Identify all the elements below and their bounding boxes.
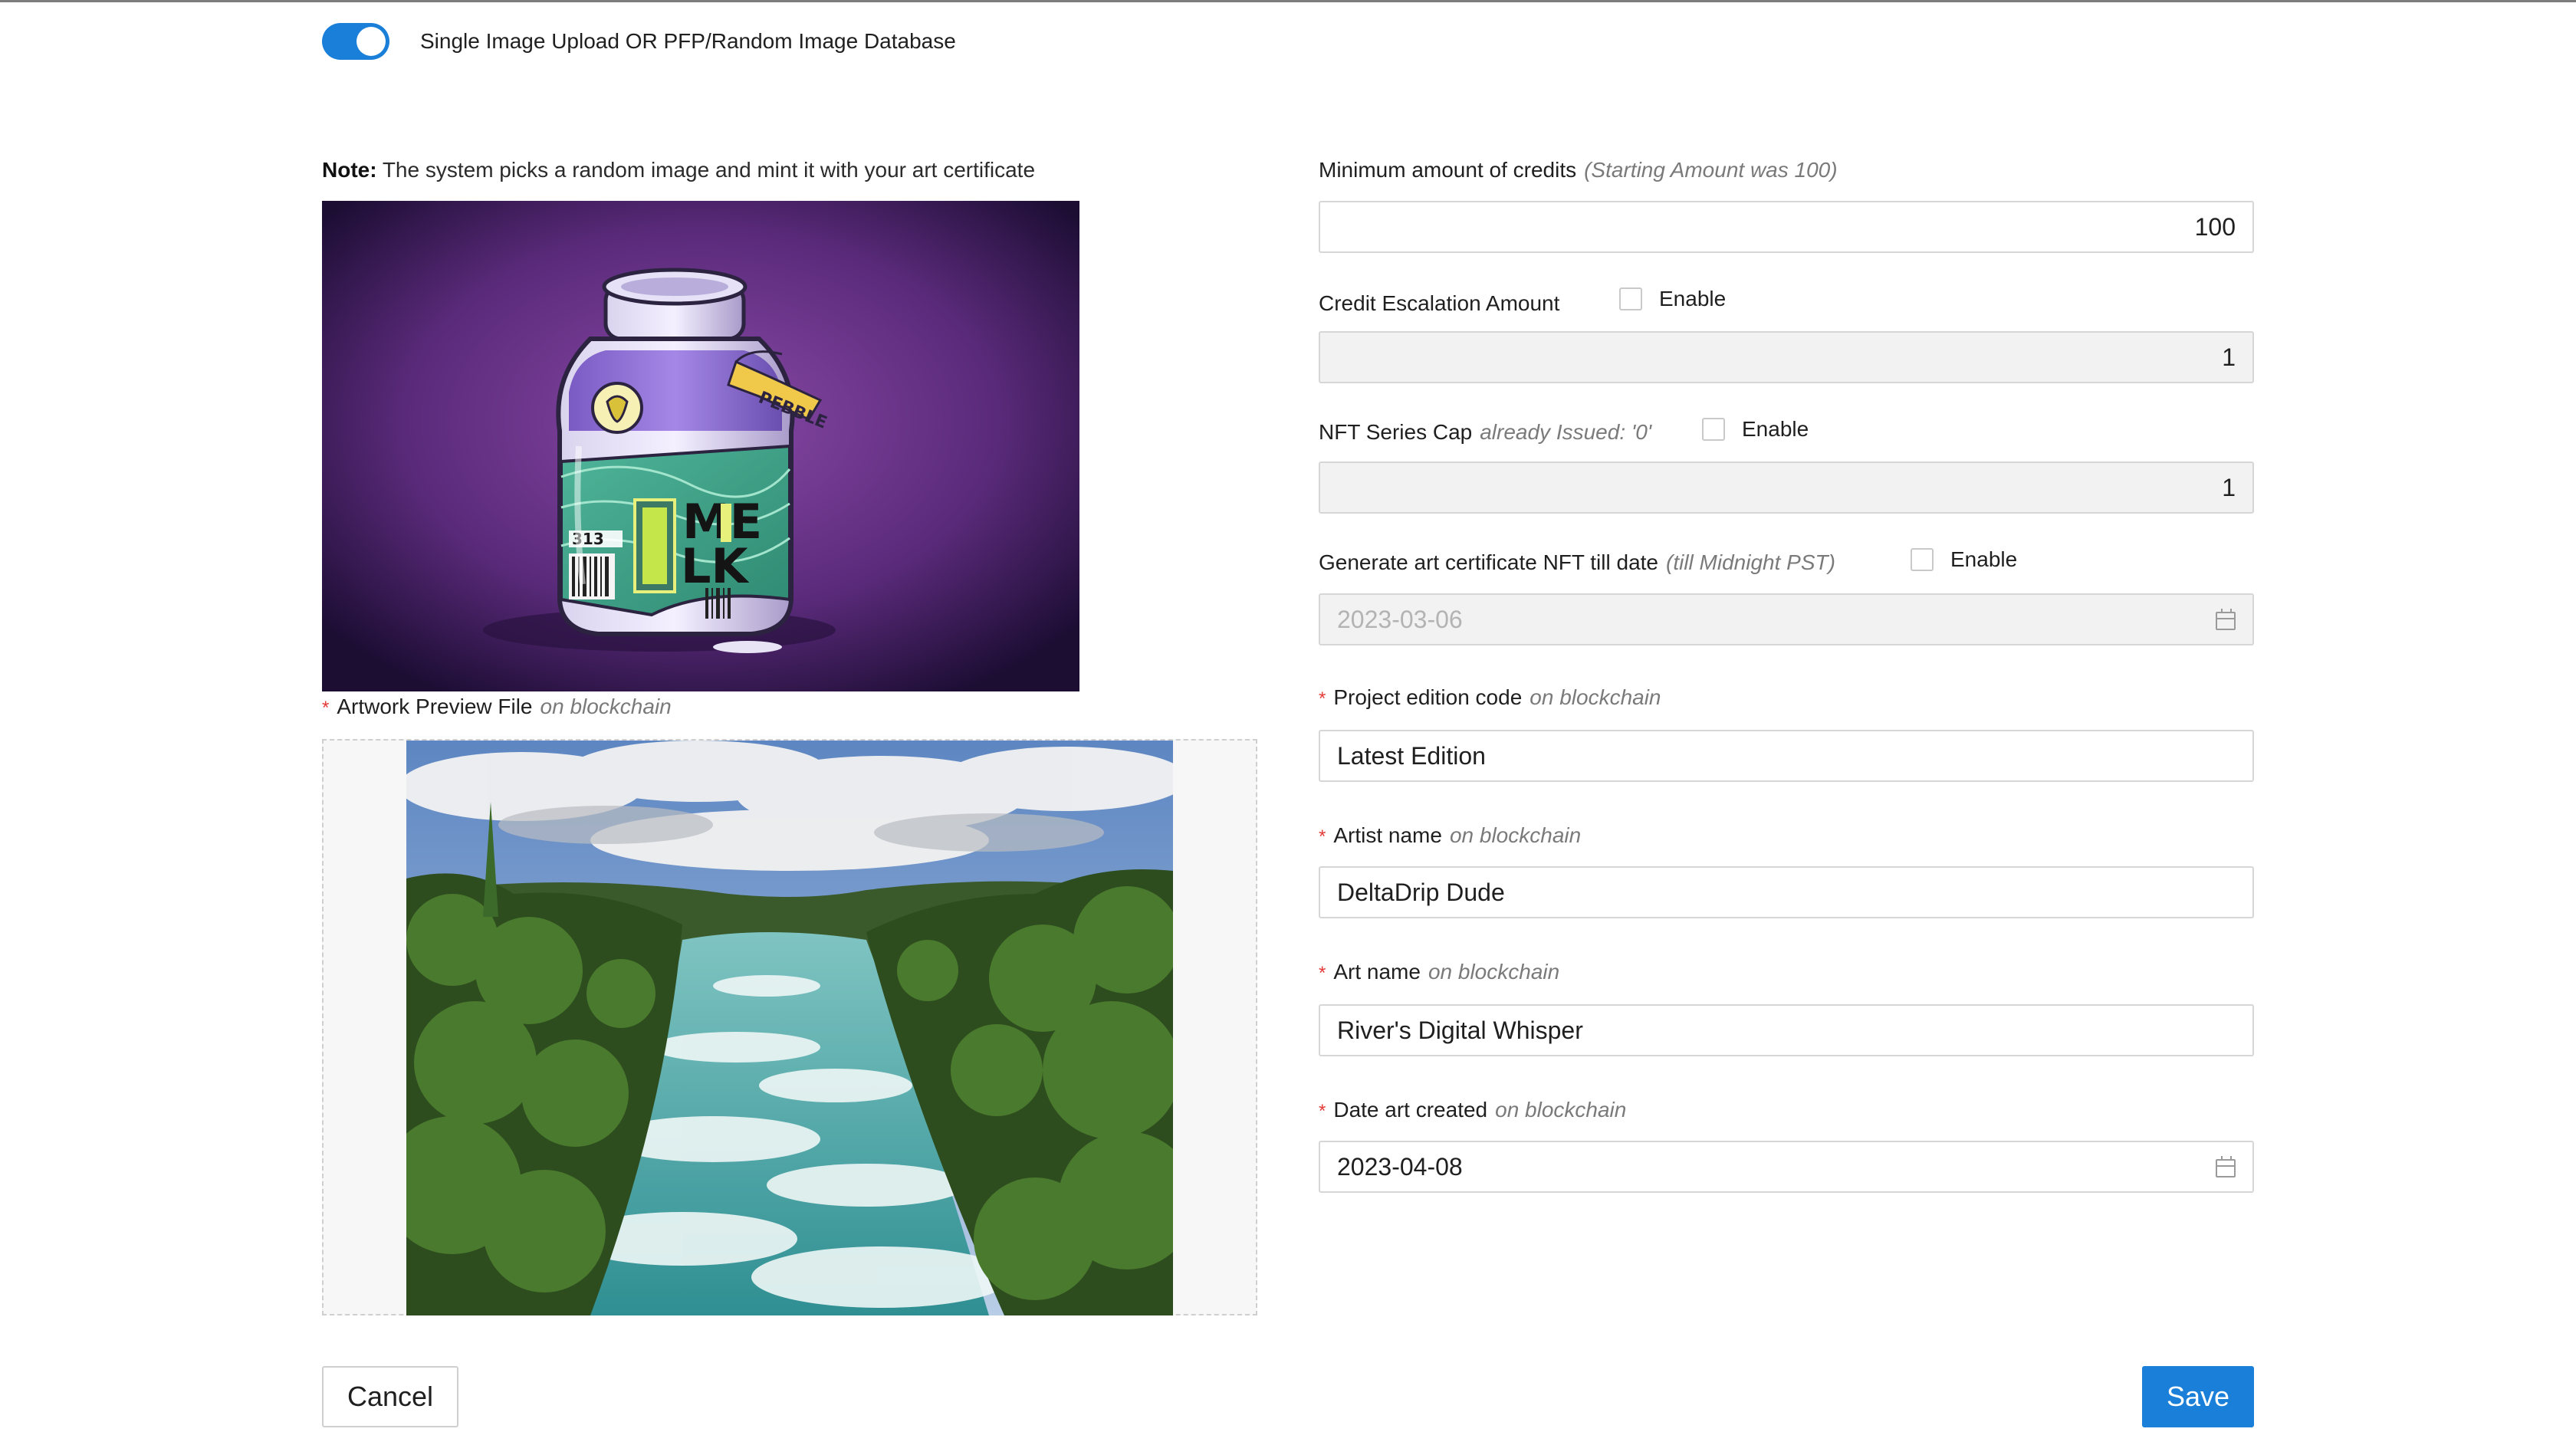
artist-name-hint: on blockchain — [1449, 823, 1582, 847]
till-date-checkbox[interactable] — [1911, 548, 1934, 571]
till-date-enable[interactable]: Enable — [1911, 547, 2017, 572]
art-name-label-text: Art name — [1333, 960, 1421, 984]
series-cap-checkbox[interactable] — [1702, 418, 1725, 441]
note-prefix: Note: — [322, 158, 377, 182]
series-cap-enable[interactable]: Enable — [1702, 417, 1809, 442]
till-date-label: Generate art certificate NFT till date (t… — [1319, 550, 1835, 575]
upload-mode-label: Single Image Upload OR PFP/Random Image … — [420, 29, 956, 53]
min-credits-label-text: Minimum amount of credits — [1319, 158, 1577, 182]
required-mark: * — [1319, 1101, 1326, 1122]
note-text: Note: The system picks a random image an… — [322, 158, 1035, 182]
date-created-hint: on blockchain — [1495, 1098, 1627, 1122]
artist-name-input[interactable]: DeltaDrip Dude — [1319, 866, 2254, 918]
min-credits-label: Minimum amount of credits (Starting Amoun… — [1319, 158, 1838, 182]
edition-code-input[interactable]: Latest Edition — [1319, 730, 2254, 782]
date-created-label: * Date art created on blockchain — [1319, 1098, 1626, 1122]
min-credits-value: 100 — [2194, 212, 2236, 241]
series-cap-label-text: NFT Series Cap — [1319, 420, 1473, 444]
required-mark: * — [322, 698, 330, 718]
top-divider — [0, 0, 2576, 2]
calendar-icon[interactable] — [2216, 1156, 2236, 1177]
series-cap-value: 1 — [2222, 473, 2236, 501]
art-name-input[interactable]: River's Digital Whisper — [1319, 1004, 2254, 1056]
edition-code-hint: on blockchain — [1530, 685, 1661, 709]
artist-name-label-text: Artist name — [1333, 823, 1442, 847]
edition-code-label-text: Project edition code — [1333, 685, 1523, 709]
random-image-preview: 313 ME LK PEBBLE — [322, 201, 1079, 691]
artwork-upload-dropzone[interactable] — [322, 739, 1257, 1315]
till-date-picker[interactable]: 2023-03-06 — [1319, 593, 2254, 645]
note-body: The system picks a random image and mint… — [376, 158, 1036, 182]
credit-escalation-label: Credit Escalation Amount — [1319, 291, 1560, 315]
required-mark: * — [1319, 963, 1326, 984]
date-created-picker[interactable]: 2023-04-08 — [1319, 1141, 2254, 1193]
series-cap-input[interactable]: 1 — [1319, 461, 2254, 514]
art-name-value: River's Digital Whisper — [1337, 1016, 1583, 1044]
upload-mode-toggle-row: Single Image Upload OR PFP/Random Image … — [322, 23, 956, 60]
credit-escalation-checkbox[interactable] — [1619, 287, 1642, 310]
art-name-hint: on blockchain — [1428, 960, 1560, 984]
till-date-hint: (till Midnight PST) — [1666, 550, 1835, 574]
artist-name-value: DeltaDrip Dude — [1337, 878, 1505, 906]
calendar-icon[interactable] — [2216, 609, 2236, 630]
credit-escalation-value: 1 — [2222, 343, 2236, 371]
save-button[interactable]: Save — [2142, 1366, 2254, 1427]
bottle-label-line-2: LK — [681, 538, 750, 594]
date-created-value: 2023-04-08 — [1337, 1152, 1463, 1181]
till-date-checkbox-label: Enable — [1950, 547, 2018, 571]
series-cap-hint: already Issued: '0' — [1480, 420, 1652, 444]
cancel-button[interactable]: Cancel — [322, 1366, 458, 1427]
artwork-preview-label-text: Artwork Preview File — [337, 695, 533, 718]
artist-name-label: * Artist name on blockchain — [1319, 823, 1581, 848]
art-name-label: * Art name on blockchain — [1319, 960, 1559, 984]
min-credits-hint: (Starting Amount was 100) — [1584, 158, 1838, 182]
till-date-label-text: Generate art certificate NFT till date — [1319, 550, 1658, 574]
artwork-preview-label: * Artwork Preview File on blockchain — [322, 695, 672, 719]
toggle-knob — [356, 27, 386, 56]
credit-escalation-input[interactable]: 1 — [1319, 331, 2254, 383]
edition-code-label: * Project edition code on blockchain — [1319, 685, 1661, 710]
series-cap-label: NFT Series Cap already Issued: '0' — [1319, 420, 1651, 445]
required-mark: * — [1319, 826, 1326, 847]
min-credits-input[interactable]: 100 — [1319, 201, 2254, 253]
river-photo — [406, 741, 1173, 1315]
required-mark: * — [1319, 688, 1326, 709]
date-created-label-text: Date art created — [1333, 1098, 1488, 1122]
edition-code-value: Latest Edition — [1337, 741, 1486, 770]
artwork-preview-image — [406, 741, 1173, 1315]
till-date-value: 2023-03-06 — [1337, 605, 1463, 633]
credit-escalation-enable[interactable]: Enable — [1619, 287, 1726, 311]
milk-bottle-illustration: 313 ME LK PEBBLE — [322, 201, 1079, 691]
series-cap-checkbox-label: Enable — [1742, 417, 1809, 441]
upload-mode-toggle[interactable] — [322, 23, 389, 60]
artwork-preview-hint: on blockchain — [540, 695, 672, 718]
credit-escalation-checkbox-label: Enable — [1659, 287, 1727, 310]
